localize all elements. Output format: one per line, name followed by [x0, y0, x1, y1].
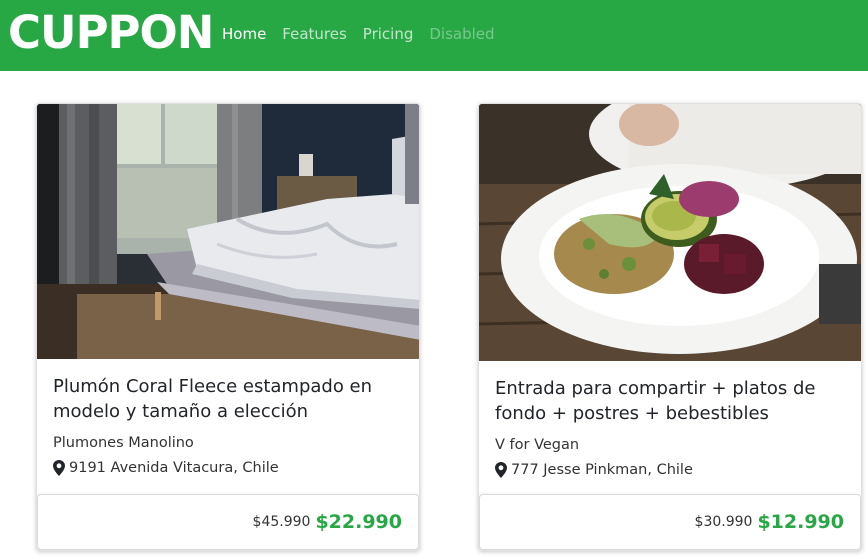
card-address: 9191 Avenida Vitacura, Chile — [53, 458, 405, 478]
card-image-food[interactable] — [479, 104, 861, 361]
nav-link-pricing[interactable]: Pricing — [363, 24, 414, 44]
old-price: $30.990 — [694, 514, 753, 530]
card-title[interactable]: Entrada para compartir + platos de fondo… — [495, 376, 847, 426]
card-vendor: V for Vegan — [495, 437, 580, 453]
card-address: 777 Jesse Pinkman, Chile — [495, 460, 847, 480]
bedroom-photo — [37, 104, 419, 359]
nav-link-home[interactable]: Home — [222, 24, 266, 44]
address-text: 777 Jesse Pinkman, Chile — [511, 462, 693, 478]
food-photo — [479, 104, 861, 361]
nav-link-disabled: Disabled — [429, 25, 495, 43]
deal-card[interactable]: Plumón Coral Fleece estampado en modelo … — [36, 103, 420, 551]
map-marker-icon — [495, 462, 507, 478]
deal-card[interactable]: Entrada para compartir + platos de fondo… — [478, 103, 862, 551]
map-marker-icon — [53, 460, 65, 476]
old-price: $45.990 — [252, 514, 311, 530]
nav-links: Home Features Pricing Disabled — [222, 24, 511, 44]
card-body: Plumón Coral Fleece estampado en modelo … — [53, 374, 405, 478]
navbar: CUPPON Home Features Pricing Disabled — [0, 0, 868, 71]
new-price: $12.990 — [757, 511, 844, 533]
card-title[interactable]: Plumón Coral Fleece estampado en modelo … — [53, 374, 405, 424]
card-image-bedroom[interactable] — [37, 104, 419, 359]
card-footer: $45.990 $22.990 — [37, 494, 419, 550]
brand-logo[interactable]: CUPPON — [8, 4, 214, 62]
new-price: $22.990 — [315, 511, 402, 533]
address-text: 9191 Avenida Vitacura, Chile — [69, 460, 279, 476]
card-vendor: Plumones Manolino — [53, 435, 194, 451]
card-footer: $30.990 $12.990 — [479, 494, 861, 550]
card-body: Entrada para compartir + platos de fondo… — [495, 376, 847, 480]
nav-link-features[interactable]: Features — [282, 24, 347, 44]
